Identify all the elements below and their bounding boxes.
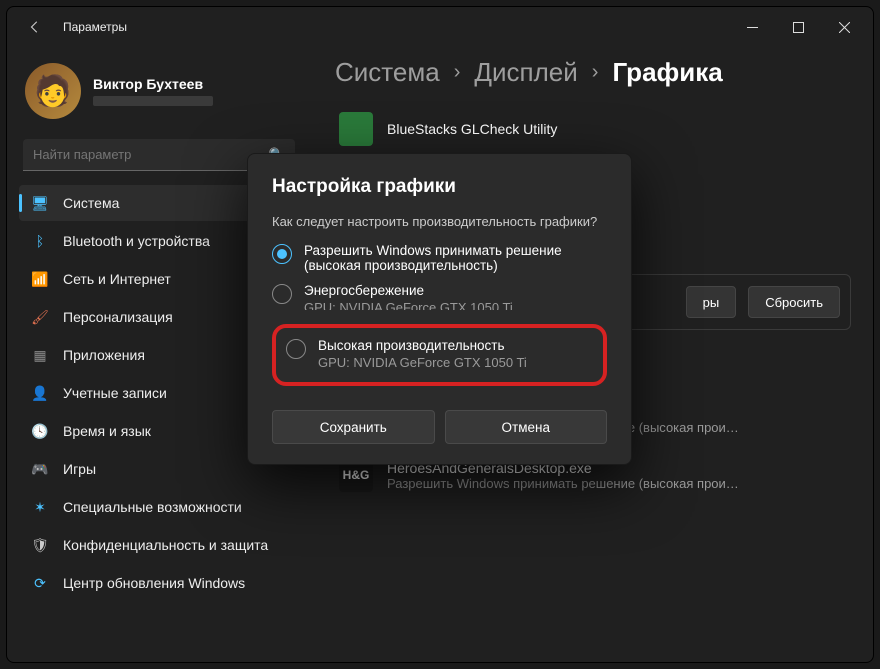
reset-button[interactable]: Сбросить <box>748 286 840 318</box>
radio-label: Энергосбережение <box>304 283 513 298</box>
nav-icon: 🖥 <box>31 194 49 212</box>
sidebar-item-label: Приложения <box>63 347 145 363</box>
breadcrumb-link-1[interactable]: Система <box>335 57 440 88</box>
close-button[interactable] <box>821 7 867 47</box>
save-button[interactable]: Сохранить <box>272 410 435 444</box>
nav-icon: 📶 <box>31 270 49 288</box>
dialog-question: Как следует настроить производительность… <box>272 214 607 229</box>
app-actions: ры Сбросить <box>686 286 840 318</box>
app-icon <box>339 112 373 146</box>
radio-option-0[interactable]: Разрешить Windows принимать решение (выс… <box>272 243 607 273</box>
nav-icon: ⟳ <box>31 574 49 592</box>
sidebar-item-label: Персонализация <box>63 309 173 325</box>
nav-icon: 👤 <box>31 384 49 402</box>
user-subtext <box>93 96 213 106</box>
radio-option-2[interactable]: Высокая производительность GPU: NVIDIA Ge… <box>286 338 593 370</box>
sidebar-item-label: Учетные записи <box>63 385 167 401</box>
radio-indicator <box>272 244 292 264</box>
chevron-right-icon: › <box>592 61 599 84</box>
radio-group: Разрешить Windows принимать решение (выс… <box>272 243 607 386</box>
app-texts: BlueStacks GLCheck Utility <box>387 121 847 137</box>
user-profile[interactable]: 🧑 Виктор Бухтеев <box>19 55 299 133</box>
sidebar-item-label: Сеть и Интернет <box>63 271 171 287</box>
minimize-button[interactable] <box>729 7 775 47</box>
breadcrumb-link-2[interactable]: Дисплей <box>474 57 577 88</box>
radio-label: Разрешить Windows принимать решение (выс… <box>304 243 607 273</box>
cancel-button[interactable]: Отмена <box>445 410 608 444</box>
sidebar-item-label: Специальные возможности <box>63 499 242 515</box>
radio-indicator <box>286 339 306 359</box>
user-name: Виктор Бухтеев <box>93 76 213 92</box>
maximize-button[interactable] <box>775 7 821 47</box>
nav-icon: 🛡 <box>31 536 49 554</box>
radio-sublabel: GPU: NVIDIA GeForce GTX 1050 Ti <box>304 300 513 310</box>
nav-icon: ✶ <box>31 498 49 516</box>
radio-sublabel: GPU: NVIDIA GeForce GTX 1050 Ti <box>318 355 527 370</box>
nav-icon: 🖌 <box>31 308 49 326</box>
sidebar-item-label: Bluetooth и устройства <box>63 233 210 249</box>
sidebar-item-label: Время и язык <box>63 423 151 439</box>
nav-icon: 🕓 <box>31 422 49 440</box>
options-button[interactable]: ры <box>686 286 737 318</box>
app-title: Параметры <box>63 20 127 34</box>
nav-icon: ▦ <box>31 346 49 364</box>
sidebar-item-10[interactable]: ⟳ Центр обновления Windows <box>19 565 299 601</box>
sidebar-item-label: Игры <box>63 461 96 477</box>
sidebar-item-label: Конфиденциальность и защита <box>63 537 268 553</box>
avatar: 🧑 <box>25 63 81 119</box>
sidebar-item-8[interactable]: ✶ Специальные возможности <box>19 489 299 525</box>
app-row[interactable]: BlueStacks GLCheck Utility <box>335 106 851 152</box>
radio-option-1[interactable]: Энергосбережение GPU: NVIDIA GeForce GTX … <box>272 283 607 310</box>
back-button[interactable] <box>21 13 49 41</box>
highlighted-option: Высокая производительность GPU: NVIDIA Ge… <box>272 324 607 386</box>
sidebar-item-label: Центр обновления Windows <box>63 575 245 591</box>
sidebar-item-label: Система <box>63 195 119 211</box>
chevron-right-icon: › <box>454 61 461 84</box>
graphics-settings-dialog: Настройка графики Как следует настроить … <box>247 153 632 465</box>
radio-indicator <box>272 284 292 304</box>
nav-icon: 🎮 <box>31 460 49 478</box>
breadcrumb-current: Графика <box>612 57 722 88</box>
search-input[interactable] <box>33 147 263 162</box>
app-name: BlueStacks GLCheck Utility <box>387 121 847 137</box>
sidebar-item-9[interactable]: 🛡 Конфиденциальность и защита <box>19 527 299 563</box>
dialog-title: Настройка графики <box>272 176 607 198</box>
nav-icon: ᛒ <box>31 232 49 250</box>
app-desc: Разрешить Windows принимать решение (выс… <box>387 476 847 491</box>
titlebar: Параметры <box>7 7 873 47</box>
breadcrumb: Система › Дисплей › Графика <box>335 57 851 88</box>
radio-label: Высокая производительность <box>318 338 527 353</box>
